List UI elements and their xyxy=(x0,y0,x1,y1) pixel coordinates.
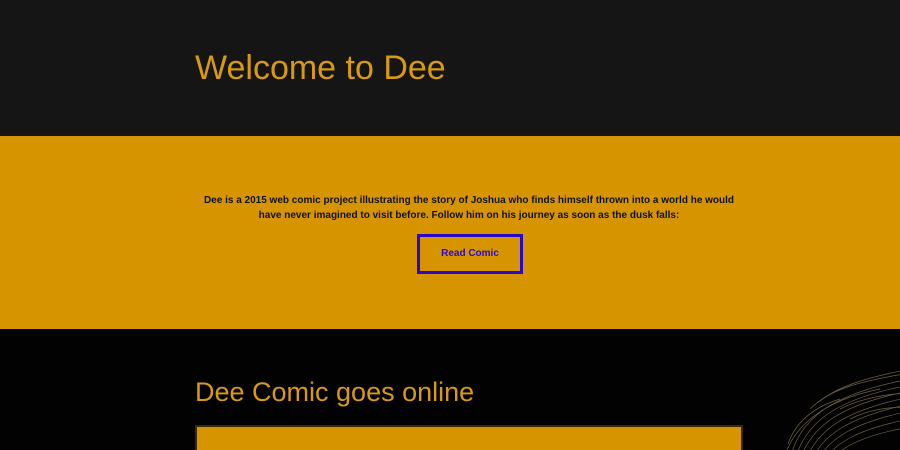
sketch-hair-illustration-icon xyxy=(786,370,900,450)
site-header: Welcome to Dee xyxy=(0,0,900,136)
news-card-text xyxy=(197,427,741,445)
news-heading: Dee Comic goes online xyxy=(195,377,475,407)
news-card xyxy=(195,425,743,450)
intro-banner: Dee is a 2015 web comic project illustra… xyxy=(0,136,900,329)
intro-description: Dee is a 2015 web comic project illustra… xyxy=(203,195,735,221)
news-section: Dee Comic goes online xyxy=(0,329,900,450)
read-comic-button[interactable]: Read Comic xyxy=(417,234,523,274)
page-title: Welcome to Dee xyxy=(195,49,446,87)
